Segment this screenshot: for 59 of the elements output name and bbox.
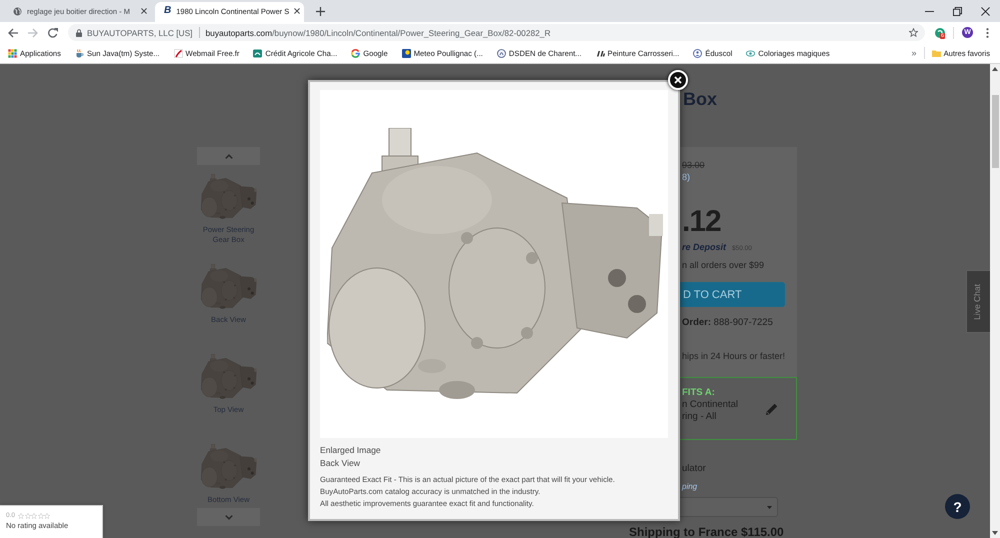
scroll-up-icon[interactable] [992, 67, 998, 71]
scroll-down-icon[interactable] [992, 531, 998, 535]
coffee-cup-icon [74, 48, 84, 58]
more-bookmarks-button[interactable]: » [912, 48, 917, 58]
deposit-label: re Deposit [682, 241, 726, 253]
fitment-text: n Continental [682, 399, 739, 410]
eye-icon [746, 48, 756, 58]
lock-icon [76, 28, 82, 36]
close-button[interactable] [668, 70, 688, 90]
product-title: Box [682, 90, 718, 108]
price-text: .12 [682, 206, 721, 238]
scrollbar-track[interactable] [990, 64, 1000, 538]
add-to-cart-button[interactable]: D TO CART [680, 282, 785, 307]
phone-order-text: Order: 888-907-7225 [682, 316, 773, 330]
close-icon [674, 76, 682, 84]
fitment-heading: FITS A: [682, 387, 716, 399]
swoosh-icon [174, 48, 183, 58]
fitment-text: ring - All [682, 410, 718, 422]
sun-tile-icon [402, 48, 411, 58]
more-icon[interactable] [986, 28, 989, 38]
globe-icon [13, 6, 22, 16]
scrollbar-thumb[interactable] [992, 95, 998, 168]
chevron-down-icon [224, 514, 232, 520]
thumbnail-photo[interactable] [200, 444, 256, 489]
restore-icon[interactable] [953, 6, 962, 16]
thumbnail-photo[interactable] [200, 354, 256, 399]
address-bar[interactable]: BUYAUTOPARTS, LLC [US] buyautoparts.com/buynow/1980/Lincoln/Continental/Power_Steering_Gear_Box/82-00282_R [68, 24, 925, 41]
thumbnail-photo[interactable] [200, 174, 256, 219]
emblem-icon [496, 48, 506, 58]
view-label: Back View [320, 457, 361, 470]
thumbnail-photo[interactable] [200, 264, 256, 309]
help-button[interactable]: ? [945, 494, 970, 519]
pencil-icon[interactable] [766, 402, 778, 414]
calculator-label: ulator [681, 463, 707, 475]
dispatch-note: hips in 24 Hours or faster! [682, 350, 786, 362]
back-arrow-icon[interactable] [8, 28, 18, 38]
select-field[interactable] [680, 497, 778, 517]
caret-icon [767, 506, 772, 508]
old-price: 93.00 [682, 159, 705, 171]
close-icon[interactable] [981, 6, 990, 16]
star-icon[interactable] [909, 28, 918, 37]
chevron-up-icon [224, 154, 232, 158]
free-shipping-note: n all orders over $99 [682, 259, 764, 271]
site-info-button[interactable]: BUYAUTOPARTS, LLC [US] [76, 28, 192, 38]
reload-icon[interactable] [48, 28, 58, 38]
app-grid-icon [8, 48, 17, 58]
slanted-bars-icon [596, 48, 605, 58]
plus-icon[interactable] [316, 6, 325, 16]
close-icon[interactable] [294, 8, 300, 14]
shipping-link[interactable]: ping [680, 482, 797, 492]
site-logo: B [164, 6, 172, 16]
tile-icon [253, 48, 262, 58]
close-icon[interactable] [141, 8, 147, 14]
circle-emblem-icon [693, 48, 702, 58]
segmented-ring-icon [351, 48, 360, 58]
savings-text: 8) [682, 171, 690, 183]
url-text[interactable]: buyautoparts.com/buynow/1980/Lincoln/Continental/Power_Steering_Gear_Box/82-00282_R [206, 28, 551, 38]
dialog-heading: Enlarged Image [320, 444, 382, 457]
folder-icon [932, 48, 941, 58]
